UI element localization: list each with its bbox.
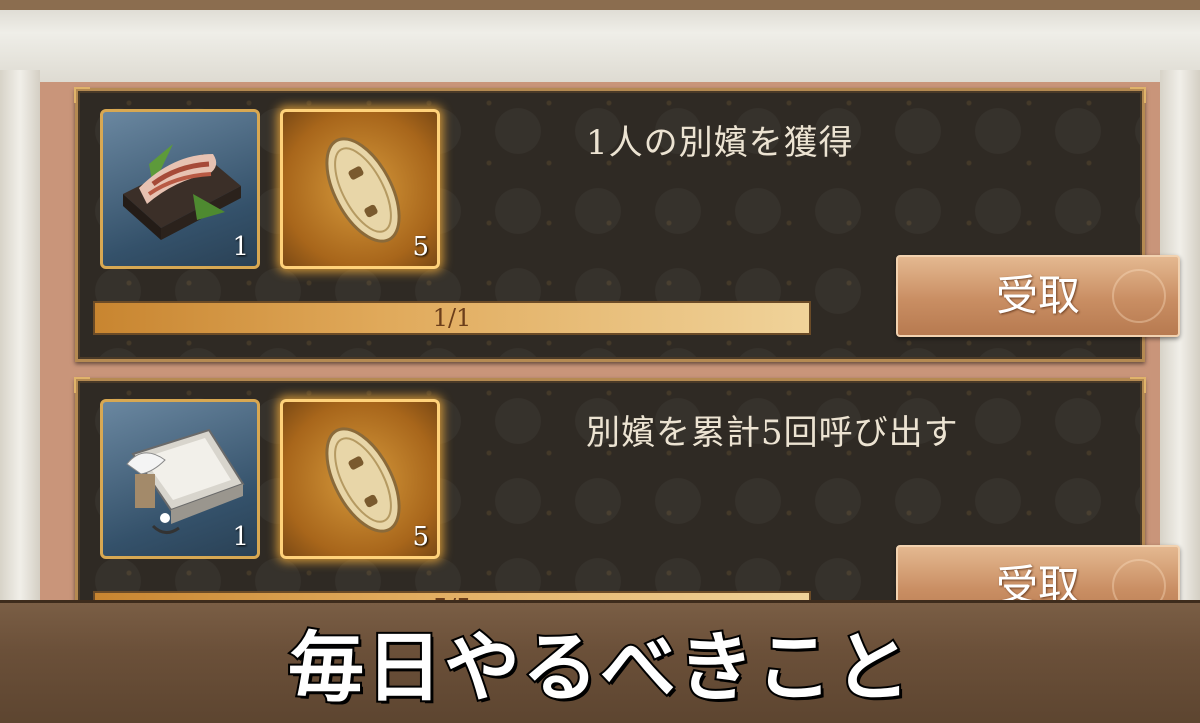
- reward-item-slot[interactable]: 5: [280, 109, 440, 269]
- progress-text: 1/1: [432, 304, 472, 332]
- quest-progress-bar: 1/1: [93, 301, 811, 335]
- card-corner-ornament: [1130, 87, 1146, 103]
- reward-item-slot[interactable]: 5: [280, 399, 440, 559]
- family-crest-icon: [1112, 269, 1166, 323]
- window-frame-top: [0, 0, 1200, 86]
- reward-count: 1: [232, 522, 249, 552]
- reward-count: 5: [412, 522, 429, 552]
- card-corner-ornament: [74, 377, 90, 393]
- gift-box-icon: [126, 428, 245, 534]
- caption-title: 毎日やるべきこと: [286, 621, 912, 714]
- grilled-meat-platter-icon: [123, 144, 241, 240]
- reward-count: 5: [412, 232, 429, 262]
- reward-item-slot[interactable]: 1: [100, 109, 260, 269]
- reward-item-slot[interactable]: 1: [100, 399, 260, 559]
- claim-button-label: 受取: [995, 271, 1080, 320]
- card-corner-ornament: [74, 87, 90, 103]
- koban-gold-coin-icon: [325, 427, 401, 533]
- window-frame-left: [0, 70, 40, 630]
- card-corner-ornament: [1130, 377, 1146, 393]
- koban-gold-coin-icon: [325, 137, 401, 243]
- quest-title: 1人の別嬪を獲得: [586, 123, 854, 163]
- quest-title: 別嬪を累計5回呼び出す: [586, 413, 959, 453]
- quest-card: 1 5 1人の別嬪を獲得 受取 1/1: [74, 87, 1180, 362]
- claim-button[interactable]: 受取: [896, 255, 1180, 337]
- reward-count: 1: [232, 232, 249, 262]
